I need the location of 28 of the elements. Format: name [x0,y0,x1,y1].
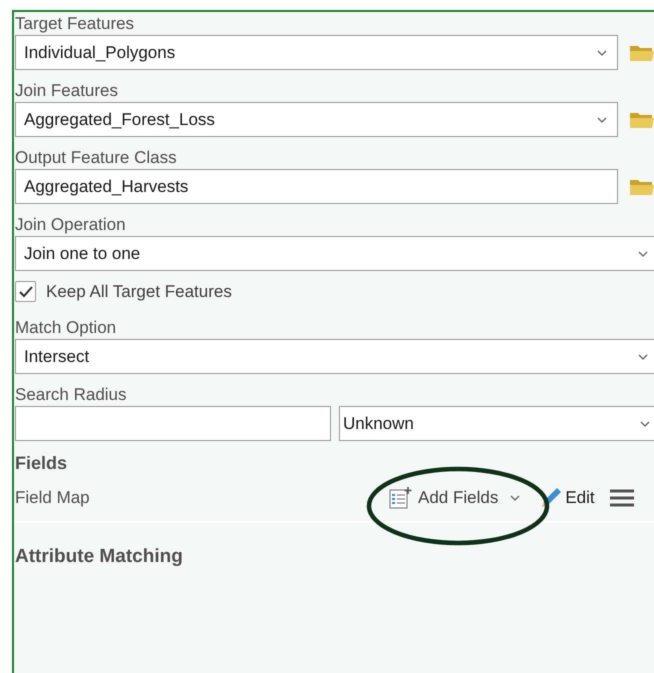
check-icon [18,286,32,298]
chevron-down-icon [640,420,650,426]
section-heading: Fields [15,452,68,475]
dropdown-field[interactable]: Aggregated_Forest_Loss [15,102,618,137]
field-map-label: Field Map [15,487,91,510]
checkbox-label: Keep All Target Features [46,280,232,303]
field-label: Output Feature Class [15,147,178,169]
input-field[interactable] [15,406,331,441]
chevron-down-icon [597,116,607,122]
chevron-down-icon [597,50,607,56]
field-label: Join Features [15,80,119,102]
dropdown-field[interactable]: Unknown [339,406,654,441]
dropdown-field[interactable]: Intersect [15,339,654,374]
edit-button[interactable]: Edit [538,485,595,511]
field-label: Search Radius [15,384,128,406]
input-field[interactable]: Aggregated_Harvests [15,169,618,204]
section-heading: Attribute Matching [15,545,184,569]
dropdown-field[interactable]: Individual_Polygons [15,35,618,70]
checkbox[interactable] [15,281,36,302]
field-list-icon [388,486,412,510]
field-label: Join Operation [15,214,127,236]
field-label: Target Features [15,13,136,35]
chevron-down-icon [510,495,520,501]
menu-icon[interactable] [610,488,634,508]
dropdown-field[interactable]: Join one to one [15,236,654,271]
chevron-down-icon [638,354,648,360]
field-label: Match Option [15,317,118,339]
chevron-down-icon [638,250,648,256]
